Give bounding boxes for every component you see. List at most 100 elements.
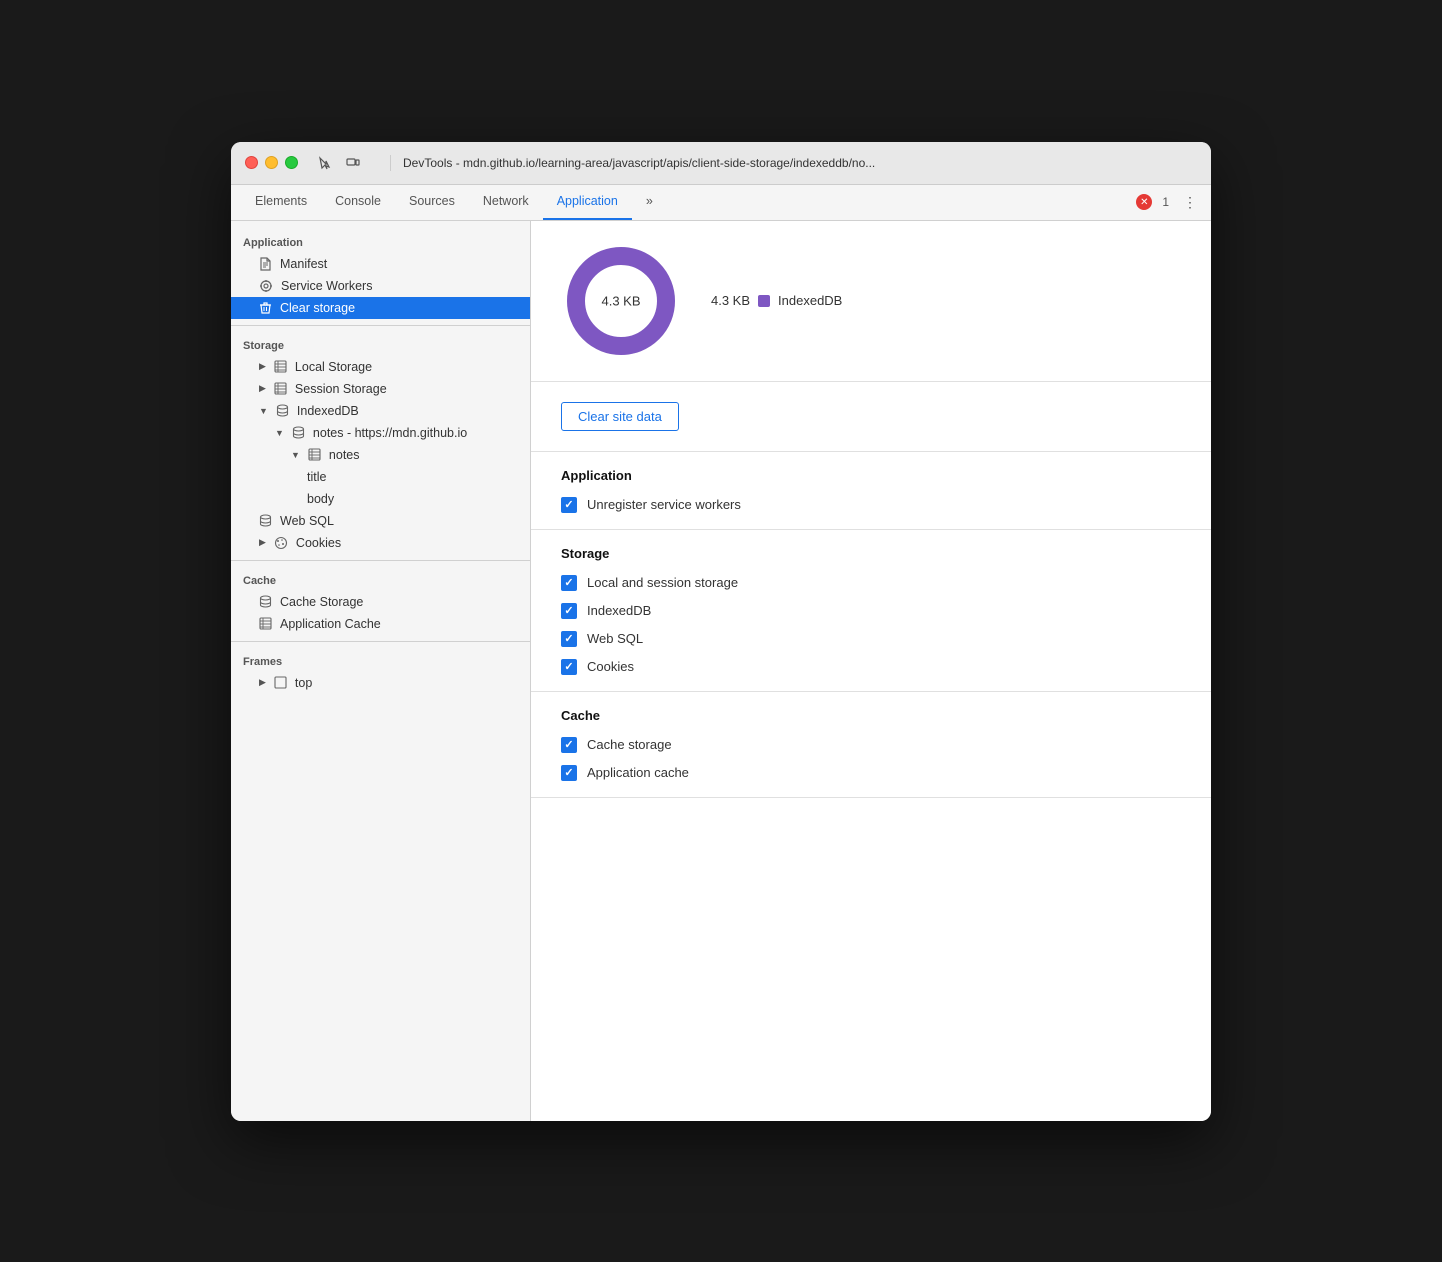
devtools-window: DevTools - mdn.github.io/learning-area/j… [231, 142, 1211, 1121]
minimize-button[interactable] [265, 156, 278, 169]
checkbox-app-cache-input[interactable]: ✓ [561, 765, 577, 781]
sidebar-item-cache-storage[interactable]: Cache Storage [231, 591, 530, 613]
titlebar-tool-icons [314, 152, 364, 174]
body-field-label: body [307, 492, 334, 506]
checkbox-local-session-input[interactable]: ✓ [561, 575, 577, 591]
donut-center-label: 4.3 KB [601, 293, 640, 308]
sidebar-section-frames: Frames [231, 648, 530, 672]
tab-application[interactable]: Application [543, 185, 632, 220]
session-storage-label: Session Storage [295, 382, 387, 396]
tab-sources[interactable]: Sources [395, 185, 469, 220]
sidebar-section-storage: Storage [231, 332, 530, 356]
checkbox-indexeddb: ✓ IndexedDB [561, 603, 1181, 619]
cookies-label: Cookies [296, 536, 341, 550]
checkmark-icon: ✓ [564, 604, 573, 617]
sidebar-item-session-storage[interactable]: ▶ Session Storage [231, 378, 530, 400]
checkbox-cookies-input[interactable]: ✓ [561, 659, 577, 675]
checkbox-unregister-sw: ✓ Unregister service workers [561, 497, 1181, 513]
notes-table-label: notes [329, 448, 360, 462]
checkbox-websql-input[interactable]: ✓ [561, 631, 577, 647]
checkbox-app-cache-label: Application cache [587, 765, 689, 780]
settings-cache-title: Cache [561, 708, 1181, 723]
sidebar-item-clear-storage[interactable]: Clear storage [231, 297, 530, 319]
indexeddb-icon [276, 404, 289, 417]
sidebar-item-title-field[interactable]: title [231, 466, 530, 488]
tab-console[interactable]: Console [321, 185, 395, 220]
sidebar-item-websql[interactable]: Web SQL [231, 510, 530, 532]
maximize-button[interactable] [285, 156, 298, 169]
settings-storage-title: Storage [561, 546, 1181, 561]
checkmark-icon: ✓ [564, 498, 573, 511]
sidebar-item-service-workers[interactable]: Service Workers [231, 275, 530, 297]
more-options-icon[interactable]: ⋮ [1179, 191, 1201, 213]
tab-elements[interactable]: Elements [241, 185, 321, 220]
checkbox-websql-label: Web SQL [587, 631, 643, 646]
settings-application-section: Application ✓ Unregister service workers [531, 452, 1211, 530]
cookies-icon [274, 536, 288, 550]
sidebar-item-manifest[interactable]: Manifest [231, 253, 530, 275]
clear-site-data-button[interactable]: Clear site data [561, 402, 679, 431]
tab-network[interactable]: Network [469, 185, 543, 220]
notes-table-chevron: ▼ [291, 450, 300, 460]
frame-chevron: ▶ [259, 677, 266, 688]
inspect-icon[interactable] [314, 152, 336, 174]
checkbox-cache-storage-input[interactable]: ✓ [561, 737, 577, 753]
session-storage-chevron: ▶ [259, 383, 266, 394]
clear-storage-label: Clear storage [280, 301, 355, 315]
checkmark-icon: ✓ [564, 766, 573, 779]
local-storage-label: Local Storage [295, 360, 372, 374]
checkbox-cookies-label: Cookies [587, 659, 634, 674]
service-workers-icon [259, 279, 273, 293]
legend-size: 4.3 KB [711, 293, 750, 308]
checkbox-indexeddb-input[interactable]: ✓ [561, 603, 577, 619]
indexeddb-label: IndexedDB [297, 404, 359, 418]
toolbar: Elements Console Sources Network Applica… [231, 185, 1211, 221]
notes-db-label: notes - https://mdn.github.io [313, 426, 467, 440]
checkmark-icon: ✓ [564, 576, 573, 589]
sidebar: Application Manifest [231, 221, 531, 1121]
legend-item-indexeddb: 4.3 KB IndexedDB [711, 293, 842, 308]
error-count: 1 [1162, 195, 1169, 209]
cache-storage-label: Cache Storage [280, 595, 363, 609]
donut-section: 4.3 KB 4.3 KB IndexedDB [531, 221, 1211, 382]
close-button[interactable] [245, 156, 258, 169]
legend-label-indexeddb: IndexedDB [778, 293, 842, 308]
sidebar-item-cookies[interactable]: ▶ Cookies [231, 532, 530, 554]
sidebar-item-local-storage[interactable]: ▶ Local Storage [231, 356, 530, 378]
tab-more[interactable]: » [632, 185, 667, 220]
app-cache-icon [259, 617, 272, 630]
checkbox-cookies: ✓ Cookies [561, 659, 1181, 675]
notes-db-icon [292, 426, 305, 439]
donut-chart: 4.3 KB [561, 241, 681, 361]
sep-2 [231, 560, 530, 561]
settings-application-title: Application [561, 468, 1181, 483]
sidebar-item-body-field[interactable]: body [231, 488, 530, 510]
sidebar-item-app-cache[interactable]: Application Cache [231, 613, 530, 635]
device-toggle-icon[interactable] [342, 152, 364, 174]
cache-storage-icon [259, 595, 272, 608]
checkbox-unregister-sw-input[interactable]: ✓ [561, 497, 577, 513]
legend: 4.3 KB IndexedDB [711, 293, 842, 308]
settings-cache-section: Cache ✓ Cache storage ✓ Application cach… [531, 692, 1211, 798]
title-field-label: title [307, 470, 326, 484]
sidebar-item-indexeddb[interactable]: ▼ IndexedDB [231, 400, 530, 422]
session-storage-icon [274, 382, 287, 395]
service-workers-label: Service Workers [281, 279, 372, 293]
sidebar-item-notes-table[interactable]: ▼ notes [231, 444, 530, 466]
checkbox-local-session: ✓ Local and session storage [561, 575, 1181, 591]
url-display: DevTools - mdn.github.io/learning-area/j… [403, 156, 1197, 170]
sidebar-item-notes-db[interactable]: ▼ notes - https://mdn.github.io [231, 422, 530, 444]
local-storage-icon [274, 360, 287, 373]
main-layout: Application Manifest [231, 221, 1211, 1121]
checkbox-cache-storage: ✓ Cache storage [561, 737, 1181, 753]
checkbox-websql: ✓ Web SQL [561, 631, 1181, 647]
sidebar-item-top-frame[interactable]: ▶ top [231, 672, 530, 694]
sep-3 [231, 641, 530, 642]
error-badge: ✕ [1136, 194, 1152, 210]
sep-1 [231, 325, 530, 326]
notes-db-chevron: ▼ [275, 428, 284, 438]
websql-icon [259, 514, 272, 527]
cookies-chevron: ▶ [259, 537, 266, 548]
titlebar-divider [390, 155, 391, 171]
checkmark-icon: ✓ [564, 660, 573, 673]
